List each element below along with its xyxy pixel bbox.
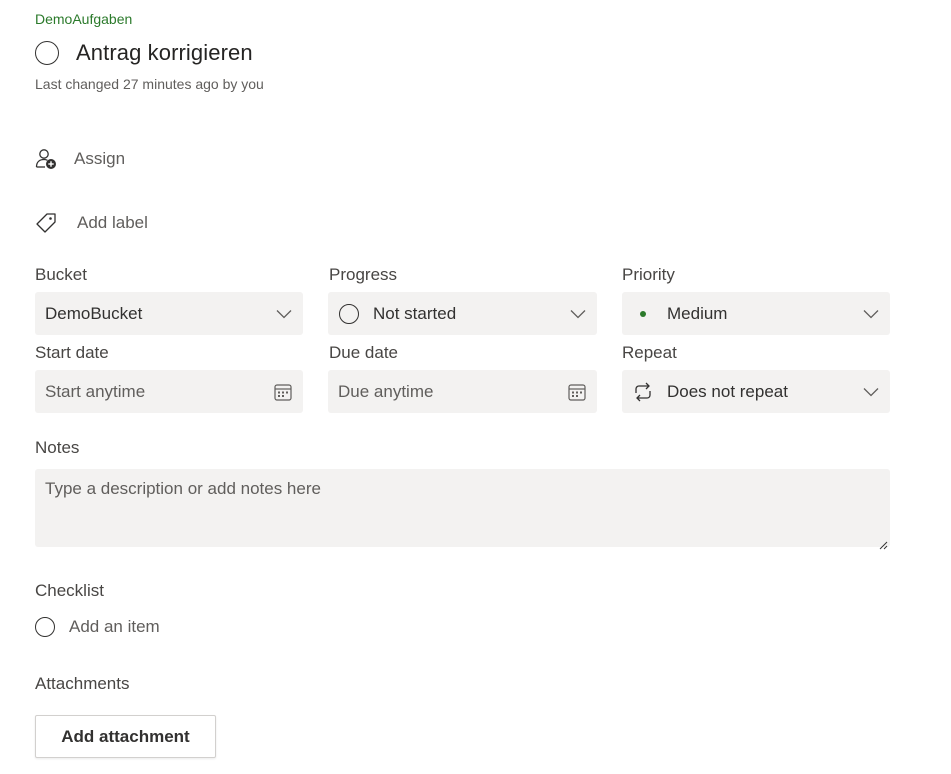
bucket-value: DemoBucket: [45, 303, 143, 323]
start-date-picker[interactable]: Start anytime: [35, 370, 303, 413]
progress-value: Not started: [373, 303, 457, 323]
add-label-text: Add label: [77, 213, 148, 232]
bucket-dropdown[interactable]: DemoBucket: [35, 292, 303, 335]
repeat-value: Does not repeat: [667, 381, 788, 401]
calendar-icon[interactable]: [273, 382, 293, 402]
due-date-placeholder: Due anytime: [338, 381, 434, 401]
assign-button[interactable]: Assign: [35, 148, 125, 170]
add-item-label: Add an item: [69, 617, 160, 636]
chevron-down-icon: [275, 305, 293, 323]
attachments-label: Attachments: [35, 674, 130, 693]
priority-dot-icon: [632, 303, 654, 325]
checklist-add-item[interactable]: Add an item: [35, 617, 160, 637]
task-title[interactable]: Antrag korrigieren: [76, 40, 253, 66]
repeat-label: Repeat: [622, 343, 677, 362]
repeat-icon: [632, 381, 654, 403]
notes-textarea[interactable]: Type a description or add notes here: [35, 469, 890, 550]
add-label-button[interactable]: Add label: [35, 212, 148, 234]
bucket-label: Bucket: [35, 265, 87, 284]
priority-dropdown[interactable]: Medium: [622, 292, 890, 335]
start-date-label: Start date: [35, 343, 109, 362]
due-date-picker[interactable]: Due anytime: [328, 370, 597, 413]
task-title-row: Antrag korrigieren: [35, 40, 253, 66]
chevron-down-icon: [862, 383, 880, 401]
checklist-circle-icon: [35, 617, 55, 637]
person-add-icon: [35, 148, 57, 170]
assign-label: Assign: [74, 149, 126, 168]
not-started-circle-icon: [338, 303, 360, 325]
add-attachment-button[interactable]: Add attachment: [35, 715, 216, 758]
notes-label: Notes: [35, 438, 80, 457]
complete-task-circle-icon[interactable]: [35, 41, 59, 65]
chevron-down-icon: [862, 305, 880, 323]
priority-value: Medium: [667, 303, 728, 323]
progress-label: Progress: [329, 265, 398, 284]
progress-dropdown[interactable]: Not started: [328, 292, 597, 335]
chevron-down-icon: [569, 305, 587, 323]
start-date-placeholder: Start anytime: [45, 381, 146, 401]
priority-label: Priority: [622, 265, 675, 284]
due-date-label: Due date: [329, 343, 398, 362]
resize-grip-icon[interactable]: [878, 535, 888, 550]
notes-placeholder: Type a description or add notes here: [45, 479, 321, 498]
repeat-dropdown[interactable]: Does not repeat: [622, 370, 890, 413]
tag-icon: [35, 212, 57, 234]
calendar-icon[interactable]: [567, 382, 587, 402]
last-changed-text: Last changed 27 minutes ago by you: [35, 76, 264, 92]
checklist-label: Checklist: [35, 581, 104, 600]
plan-name[interactable]: DemoAufgaben: [35, 11, 132, 27]
